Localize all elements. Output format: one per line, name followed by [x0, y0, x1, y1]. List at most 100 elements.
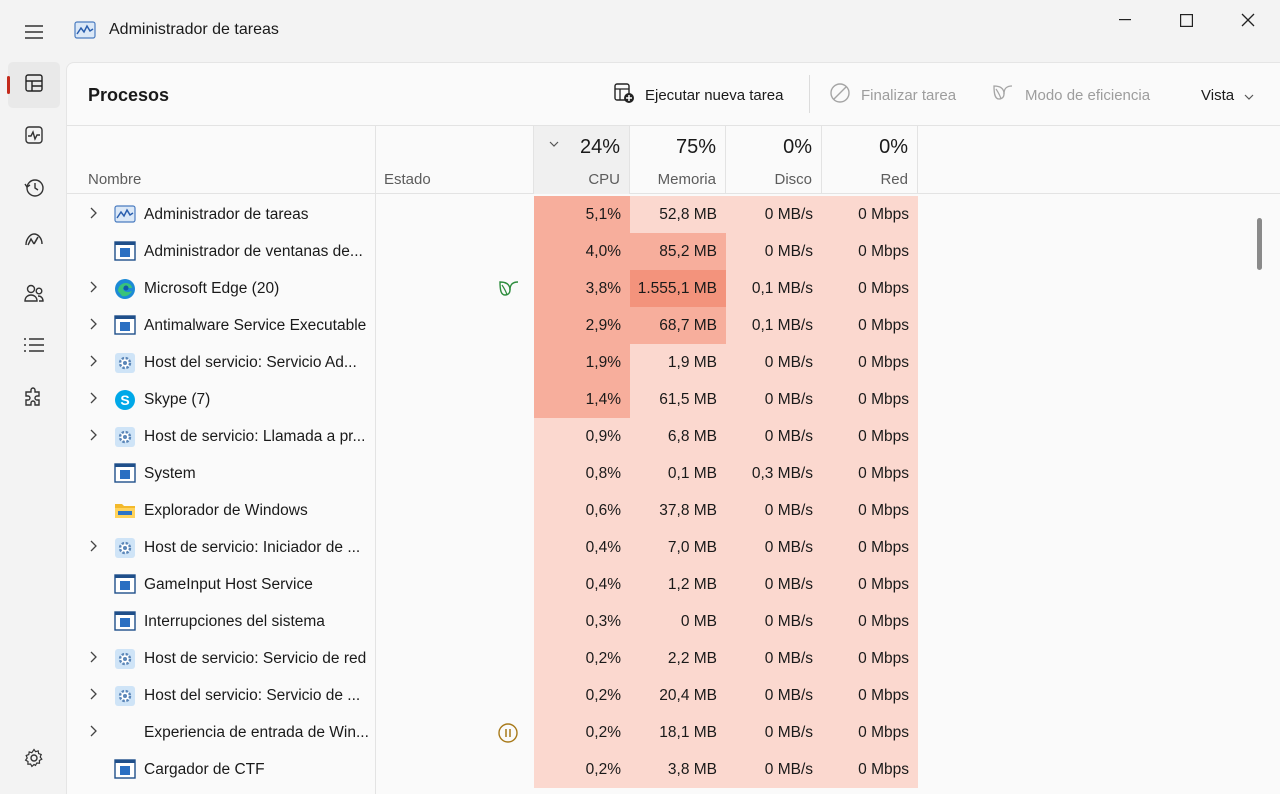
- process-status: [376, 307, 534, 344]
- nav-settings[interactable]: [8, 737, 60, 783]
- process-network: 0 Mbps: [822, 344, 918, 381]
- users-icon: [23, 283, 45, 308]
- title-bar: Administrador de tareas: [0, 0, 1280, 62]
- process-status: [376, 344, 534, 381]
- process-row[interactable]: Interrupciones del sistema 0,3% 0 MB 0 MB/s…: [67, 603, 1257, 640]
- process-row[interactable]: Administrador de ventanas de... 4,0% 85,2 …: [67, 233, 1257, 270]
- process-cpu: 0,2%: [534, 751, 630, 788]
- expand-chevron-icon[interactable]: [89, 539, 97, 557]
- process-disk: 0,1 MB/s: [726, 270, 822, 307]
- expand-chevron-icon[interactable]: [89, 280, 97, 298]
- process-name: Administrador de ventanas de...: [144, 242, 363, 260]
- efficiency-leaf-icon: [991, 82, 1015, 108]
- view-dropdown[interactable]: Vista: [1195, 77, 1260, 113]
- folder-icon: [114, 500, 136, 522]
- process-name: Host de servicio: Iniciador de ...: [144, 538, 361, 556]
- process-memory: 85,2 MB: [630, 233, 726, 270]
- expand-chevron-icon[interactable]: [89, 650, 97, 668]
- view-label: Vista: [1201, 86, 1235, 104]
- process-cpu: 0,2%: [534, 677, 630, 714]
- process-cpu: 0,6%: [534, 492, 630, 529]
- header-disk[interactable]: 0% Disco: [726, 126, 822, 194]
- efficiency-leaf-icon: [497, 278, 521, 305]
- process-network: 0 Mbps: [822, 677, 918, 714]
- window-app-icon: [114, 574, 136, 596]
- header-name[interactable]: Nombre: [67, 126, 376, 194]
- nav-users[interactable]: [8, 272, 60, 318]
- header-memory[interactable]: 75% Memoria: [630, 126, 726, 194]
- efficiency-mode-label: Modo de eficiencia: [1025, 86, 1151, 104]
- process-row[interactable]: Host de servicio: Servicio de red 0,2% 2,2…: [67, 640, 1257, 677]
- process-network: 0 Mbps: [822, 529, 918, 566]
- maximize-button[interactable]: [1155, 0, 1217, 40]
- nav-services[interactable]: [8, 377, 60, 423]
- process-memory: 20,4 MB: [630, 677, 726, 714]
- process-row[interactable]: Administrador de tareas 5,1% 52,8 MB 0 MB/s…: [67, 196, 1257, 233]
- task-manager-icon: [114, 204, 136, 226]
- process-memory: 1,2 MB: [630, 566, 726, 603]
- efficiency-mode-button[interactable]: Modo de eficiencia: [985, 77, 1156, 113]
- nav-startup-apps[interactable]: [8, 219, 60, 265]
- scrollbar-thumb[interactable]: [1257, 218, 1262, 270]
- navigation-rail: [0, 62, 66, 794]
- end-task-button[interactable]: Finalizar tarea: [823, 77, 962, 113]
- nav-app-history[interactable]: [8, 167, 60, 213]
- header-network[interactable]: 0% Red: [822, 126, 918, 194]
- process-name: Microsoft Edge (20): [144, 279, 280, 297]
- expand-chevron-icon[interactable]: [89, 206, 97, 224]
- nav-processes[interactable]: [7, 62, 60, 108]
- process-row[interactable]: Host de servicio: Iniciador de ... 0,4% 7,…: [67, 529, 1257, 566]
- window-app-icon: [114, 463, 136, 485]
- header-status[interactable]: Estado: [376, 126, 534, 194]
- nav-details[interactable]: [8, 324, 60, 370]
- nav-performance[interactable]: [8, 114, 60, 160]
- process-cpu: 0,8%: [534, 455, 630, 492]
- hamburger-menu-icon[interactable]: [14, 14, 54, 50]
- main-panel: Procesos Ejecutar nueva tarea Finalizar …: [66, 62, 1280, 794]
- process-cpu: 0,9%: [534, 418, 630, 455]
- process-row[interactable]: System 0,8% 0,1 MB 0,3 MB/s 0 Mbps: [67, 455, 1257, 492]
- window-app-icon: [114, 759, 136, 781]
- process-cpu: 0,4%: [534, 529, 630, 566]
- process-name: Host de servicio: Llamada a pr...: [144, 427, 366, 445]
- process-network: 0 Mbps: [822, 196, 918, 233]
- process-disk: 0 MB/s: [726, 751, 822, 788]
- process-cpu: 3,8%: [534, 270, 630, 307]
- minimize-button[interactable]: [1094, 0, 1156, 40]
- process-cpu: 2,9%: [534, 307, 630, 344]
- expand-chevron-icon[interactable]: [89, 391, 97, 409]
- toolbar: Procesos Ejecutar nueva tarea Finalizar …: [67, 63, 1280, 126]
- process-row[interactable]: Microsoft Edge (20) 3,8% 1.555,1 MB 0,1 MB/…: [67, 270, 1257, 307]
- process-name: System: [144, 464, 196, 482]
- process-memory: 1.555,1 MB: [630, 270, 726, 307]
- process-row[interactable]: GameInput Host Service 0,4% 1,2 MB 0 MB/s 0 …: [67, 566, 1257, 603]
- process-row[interactable]: Host del servicio: Servicio Ad... 1,9% 1,9…: [67, 344, 1257, 381]
- header-cpu[interactable]: 24% CPU: [534, 126, 630, 194]
- process-disk: 0 MB/s: [726, 566, 822, 603]
- process-status: [376, 455, 534, 492]
- process-cpu: 1,4%: [534, 381, 630, 418]
- expand-chevron-icon[interactable]: [89, 724, 97, 742]
- expand-chevron-icon[interactable]: [89, 687, 97, 705]
- header-network-total: 0%: [879, 136, 908, 158]
- vertical-scrollbar[interactable]: [1253, 195, 1267, 794]
- performance-icon: [24, 125, 44, 150]
- expand-chevron-icon[interactable]: [89, 428, 97, 446]
- end-task-label: Finalizar tarea: [861, 86, 957, 104]
- process-row[interactable]: S Skype (7) 1,4% 61,5 MB 0 MB/s 0 Mbps: [67, 381, 1257, 418]
- process-memory: 52,8 MB: [630, 196, 726, 233]
- process-disk: 0 MB/s: [726, 677, 822, 714]
- close-button[interactable]: [1217, 0, 1279, 40]
- process-row[interactable]: Antimalware Service Executable 2,9% 68,7 M…: [67, 307, 1257, 344]
- process-row[interactable]: Explorador de Windows 0,6% 37,8 MB 0 MB/s 0 …: [67, 492, 1257, 529]
- process-memory: 6,8 MB: [630, 418, 726, 455]
- process-row[interactable]: Host del servicio: Servicio de ... 0,2% 20…: [67, 677, 1257, 714]
- run-new-task-button[interactable]: Ejecutar nueva tarea: [607, 77, 789, 113]
- run-new-task-label: Ejecutar nueva tarea: [645, 86, 784, 104]
- process-row[interactable]: Experiencia de entrada de Win... 0,2% 18,1…: [67, 714, 1257, 751]
- process-memory: 1,9 MB: [630, 344, 726, 381]
- process-row[interactable]: Cargador de CTF 0,2% 3,8 MB 0 MB/s 0 Mbps: [67, 751, 1257, 788]
- expand-chevron-icon[interactable]: [89, 354, 97, 372]
- process-row[interactable]: Host de servicio: Llamada a pr... 0,9% 6,8…: [67, 418, 1257, 455]
- expand-chevron-icon[interactable]: [89, 317, 97, 335]
